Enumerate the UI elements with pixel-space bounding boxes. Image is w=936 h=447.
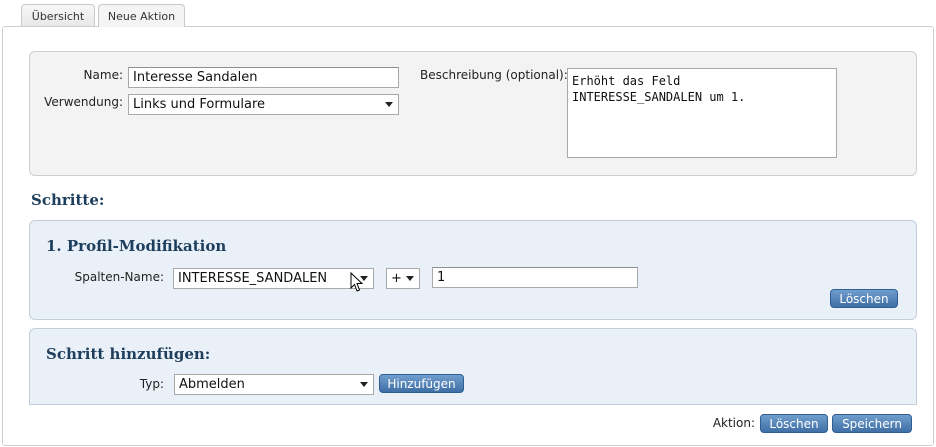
steps-heading: Schritte:: [31, 191, 105, 209]
chevron-down-icon: [406, 276, 414, 281]
type-label: Typ:: [139, 377, 164, 391]
action-label: Aktion:: [712, 416, 755, 430]
type-select[interactable]: Abmelden: [174, 374, 374, 395]
operator-select[interactable]: +: [386, 268, 420, 289]
column-name-select[interactable]: INTERESSE_SANDALEN: [173, 268, 374, 289]
save-action-button[interactable]: Speichern: [832, 414, 912, 433]
add-step-heading: Schritt hinzufügen:: [46, 345, 211, 363]
tab-label: Übersicht: [31, 9, 85, 23]
usage-label: Verwendung:: [44, 95, 123, 109]
usage-select-value: Links und Formulare: [133, 97, 266, 112]
column-name-select-value: INTERESSE_SANDALEN: [178, 271, 328, 286]
tab-bar: Übersicht Neue Aktion: [0, 0, 936, 27]
operator-select-value: +: [391, 271, 402, 286]
description-textarea[interactable]: Erhöht das Feld INTERESSE_SANDALEN um 1.: [567, 68, 837, 158]
tab-label: Neue Aktion: [107, 9, 176, 23]
name-label: Name:: [83, 68, 123, 82]
type-select-value: Abmelden: [179, 377, 245, 392]
chevron-down-icon: [360, 382, 368, 387]
delete-step-button[interactable]: Löschen: [830, 289, 898, 308]
column-name-label: Spalten-Name:: [74, 270, 164, 284]
amount-input[interactable]: 1: [432, 267, 638, 288]
description-label: Beschreibung (optional):: [420, 68, 568, 82]
delete-action-button[interactable]: Löschen: [760, 414, 828, 433]
tab-neue-aktion[interactable]: Neue Aktion: [98, 4, 185, 27]
chevron-down-icon: [385, 102, 393, 107]
usage-select[interactable]: Links und Formulare: [128, 94, 399, 115]
add-step-panel: [29, 328, 917, 405]
mouse-pointer-icon: [350, 272, 364, 292]
add-step-button[interactable]: Hinzufügen: [379, 374, 464, 393]
step-title: 1. Profil-Modifikation: [46, 237, 227, 255]
name-input[interactable]: Interesse Sandalen: [128, 67, 399, 88]
tab-uebersicht[interactable]: Übersicht: [21, 4, 95, 27]
